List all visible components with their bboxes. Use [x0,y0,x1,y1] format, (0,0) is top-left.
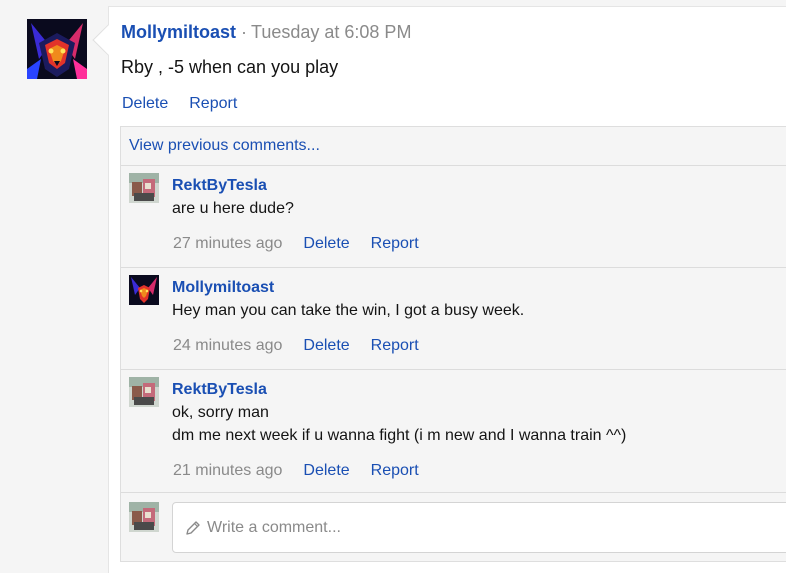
comment-divider [121,369,786,370]
comment-meta: 21 minutes ago Delete Report [173,462,440,480]
comment-text: Hey man you can take the win, I got a bu… [172,302,525,319]
comment-divider [121,492,786,493]
message-header: Mollymiltoast · Tuesday at 6:08 PM [121,22,411,44]
comment-avatar[interactable] [129,275,159,305]
comment-divider [121,267,786,268]
rektbytesla-avatar-image [129,377,159,407]
message-timestamp[interactable]: Tuesday at 6:08 PM [251,22,411,43]
current-user-avatar [129,502,159,532]
wolf-avatar-image [27,19,87,79]
rektbytesla-avatar-image [129,502,159,532]
write-comment-input[interactable]: Write a comment... [172,502,786,553]
comment-author-link[interactable]: RektByTesla [172,177,267,195]
write-comment-placeholder: Write a comment... [207,518,341,536]
comment-timestamp[interactable]: 27 minutes ago [173,235,282,253]
comment-delete-link[interactable]: Delete [303,337,349,355]
profile-post-view: Mollymiltoast · Tuesday at 6:08 PM Rby ,… [0,0,786,573]
comment-delete-link[interactable]: Delete [303,235,349,253]
comment-timestamp[interactable]: 21 minutes ago [173,462,282,480]
left-gutter [0,0,108,573]
message-author-link[interactable]: Mollymiltoast [121,22,236,43]
comment-meta: 27 minutes ago Delete Report [173,235,440,253]
comment-report-link[interactable]: Report [371,235,419,253]
comment-text: are u here dude? [172,200,294,217]
comment-timestamp[interactable]: 24 minutes ago [173,337,282,355]
comment-meta: 24 minutes ago Delete Report [173,337,440,355]
comment-avatar[interactable] [129,173,159,203]
comment-report-link[interactable]: Report [371,337,419,355]
header-separator: · [241,22,248,42]
rektbytesla-avatar-image [129,173,159,203]
message-report-link[interactable]: Report [189,95,237,113]
message-actions: Delete Report [122,95,237,113]
comment-text: ok, sorry man [172,404,269,421]
comment-author-link[interactable]: RektByTesla [172,381,267,399]
comment-delete-link[interactable]: Delete [303,462,349,480]
comment-text: dm me next week if u wanna fight (i m ne… [172,427,627,444]
comment-author-link[interactable]: Mollymiltoast [172,279,274,297]
comment-report-link[interactable]: Report [371,462,419,480]
author-avatar[interactable] [27,19,87,79]
pencil-icon [185,519,203,537]
comment-divider [121,165,786,166]
comment-avatar[interactable] [129,377,159,407]
mollymiltoast-avatar-image [129,275,159,305]
message-delete-link[interactable]: Delete [122,95,168,113]
message-body: Rby , -5 when can you play [121,57,339,77]
view-previous-comments-link[interactable]: View previous comments... [129,137,320,155]
